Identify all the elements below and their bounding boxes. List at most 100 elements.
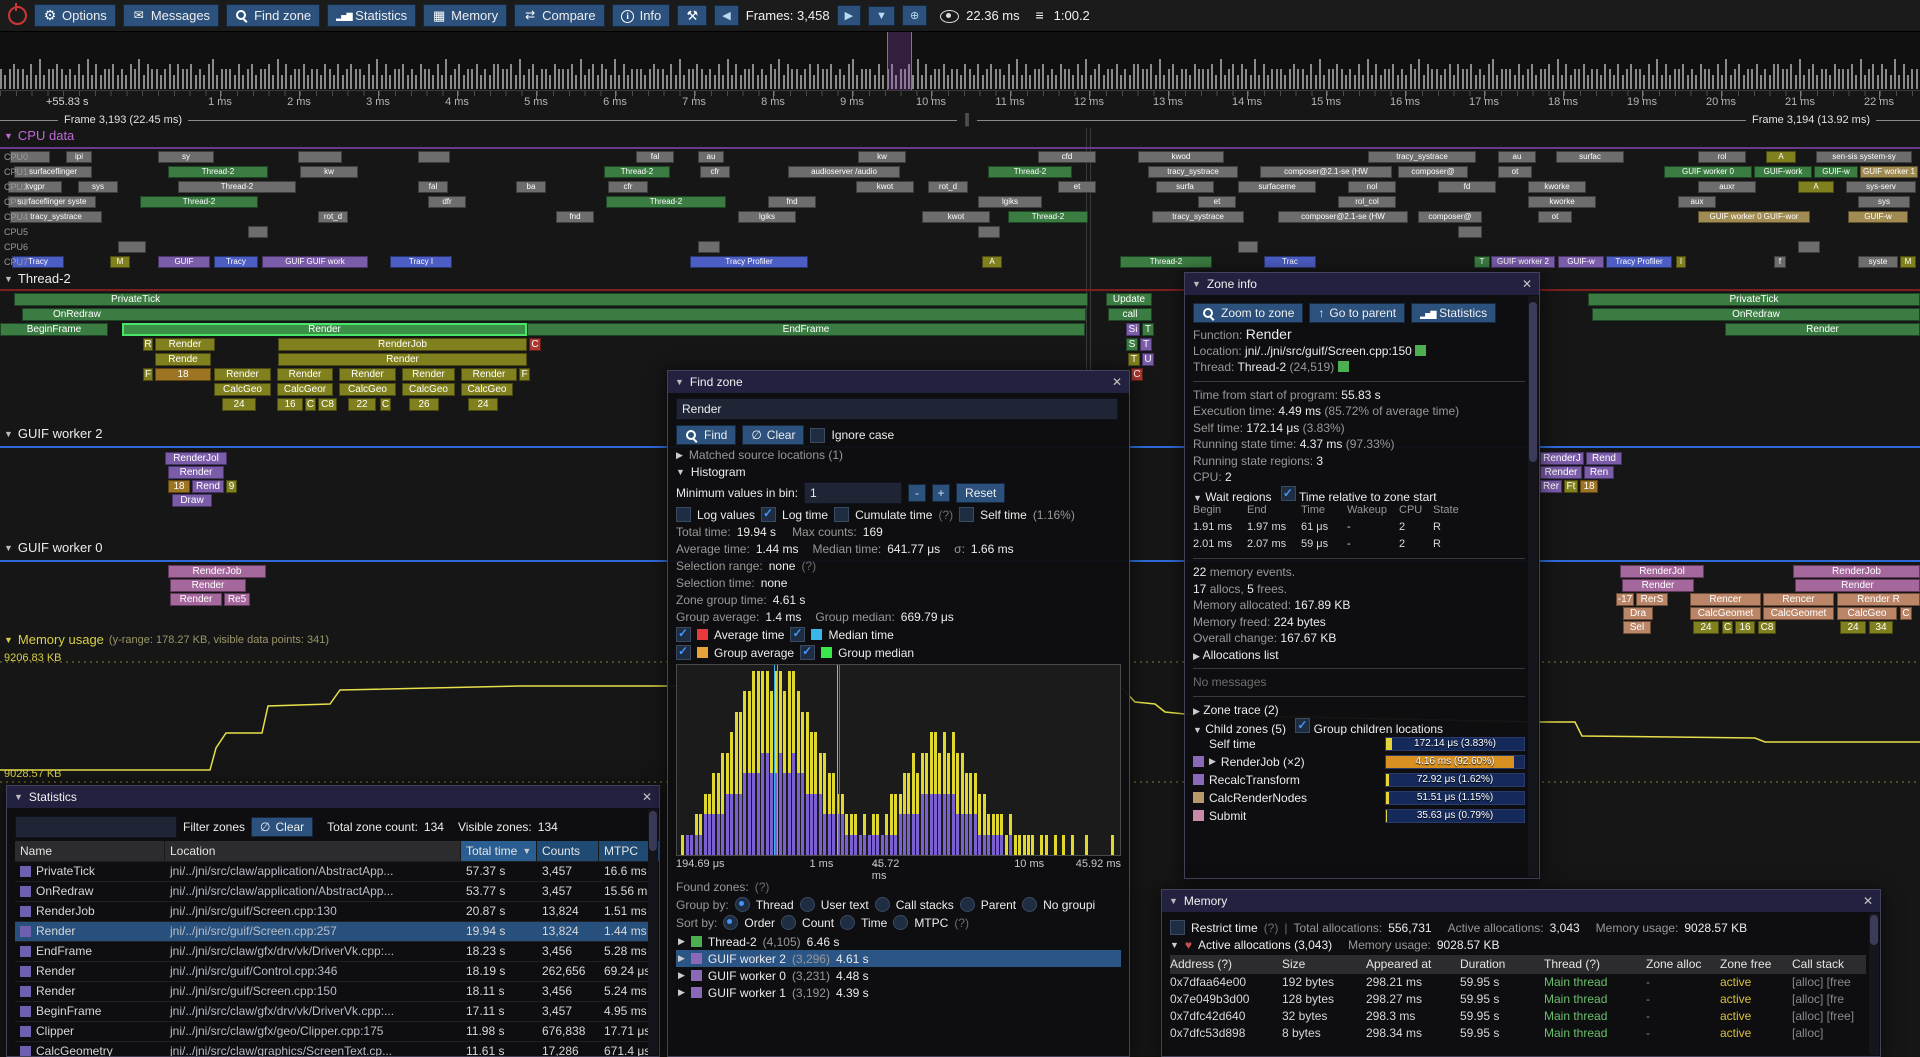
found-zone-group-guif-worker-0[interactable]: ▶GUIF worker 0(3,231)4.48 s bbox=[676, 967, 1121, 984]
find-zone-titlebar[interactable]: ▼ Find zone ✕ bbox=[668, 371, 1129, 393]
cpu-data-header[interactable]: ▼ CPU data bbox=[4, 128, 74, 143]
memory-column-call-stack[interactable]: Call stack bbox=[1792, 955, 1872, 974]
zone-17[interactable]: -17 bbox=[1616, 593, 1634, 606]
zone-si[interactable]: Si bbox=[1126, 323, 1140, 336]
stats-row-privatetick[interactable]: PrivateTickjni/../jni/src/claw/applicati… bbox=[15, 862, 651, 882]
stats-row-calcgeometry[interactable]: CalcGeometryjni/../jni/src/claw/graphics… bbox=[15, 1042, 651, 1057]
zone-render[interactable]: Render bbox=[1622, 579, 1694, 592]
zone-thread-2[interactable]: Thread-2 bbox=[168, 166, 268, 178]
zone-guif-work[interactable]: GUIF-work bbox=[1754, 166, 1812, 178]
zone-sy[interactable]: sy bbox=[158, 151, 214, 163]
zone-render[interactable]: Render bbox=[277, 368, 333, 381]
min-bin-input[interactable] bbox=[804, 482, 902, 504]
zone-block[interactable] bbox=[1238, 241, 1258, 253]
scrollbar[interactable] bbox=[648, 809, 658, 1055]
zone-dfr[interactable]: dfr bbox=[428, 196, 466, 208]
source-color-swatch[interactable] bbox=[1415, 345, 1426, 356]
zone-m[interactable]: M bbox=[1900, 256, 1916, 268]
zone-ot[interactable]: ot bbox=[1498, 166, 1532, 178]
zone-rer[interactable]: Rer bbox=[1540, 480, 1562, 493]
zone-sen-sis-system-sy[interactable]: sen-sis system-sy bbox=[1816, 151, 1912, 163]
decrement-button[interactable]: - bbox=[908, 484, 926, 502]
zone-18[interactable]: 18 bbox=[1580, 480, 1598, 493]
expand-icon[interactable]: ▶ bbox=[1193, 651, 1200, 661]
self-time-checkbox[interactable] bbox=[959, 507, 974, 522]
zone-et[interactable]: et bbox=[1198, 196, 1236, 208]
sort-by-option-order[interactable] bbox=[723, 915, 738, 930]
zone-composer-2-1-se-hw[interactable]: composer@2.1-se (HW bbox=[1260, 166, 1392, 178]
zone-thread-2[interactable]: Thread-2 bbox=[1008, 211, 1088, 223]
zone-18[interactable]: 18 bbox=[155, 368, 211, 381]
scrollbar-thumb[interactable] bbox=[1870, 915, 1878, 945]
child-zone-renderjob-2[interactable]: ▶RenderJob (×2)4.16 ms (92.60%) bbox=[1193, 753, 1525, 771]
zone-24[interactable]: 24 bbox=[468, 398, 498, 411]
zone-block[interactable] bbox=[1458, 226, 1482, 238]
zone-render[interactable]: Render bbox=[122, 323, 527, 336]
reset-button[interactable]: Reset bbox=[956, 483, 1005, 503]
zone-aux[interactable]: aux bbox=[1678, 196, 1716, 208]
zone-block[interactable] bbox=[698, 241, 720, 253]
zone-rol-col[interactable]: rol_col bbox=[1338, 196, 1396, 208]
find-button[interactable]: Find bbox=[676, 425, 736, 445]
filter-zones-input[interactable] bbox=[15, 816, 177, 838]
collapse-icon[interactable]: ▼ bbox=[676, 467, 685, 477]
group-by-option-no-groupi[interactable] bbox=[1022, 897, 1037, 912]
memory-column-appeared-at[interactable]: Appeared at bbox=[1366, 955, 1460, 974]
zone-surfa[interactable]: surfa bbox=[1156, 181, 1214, 193]
wait-region-row[interactable]: 1.91 ms1.97 ms61 μs-2R bbox=[1193, 519, 1525, 536]
restrict-time-checkbox[interactable] bbox=[1170, 920, 1185, 935]
thread-header-guif-worker-0[interactable]: ▼GUIF worker 0 bbox=[4, 540, 102, 555]
zone-rende[interactable]: Rende bbox=[155, 353, 211, 366]
zone-sys[interactable]: sys bbox=[78, 181, 118, 193]
zone-fal[interactable]: fal bbox=[418, 181, 448, 193]
zone-guif-worker-0-guif-wor[interactable]: GUIF worker 0 GUIF-wor bbox=[1698, 211, 1810, 223]
zone-calcgeo[interactable]: CalcGeo bbox=[339, 383, 396, 396]
child-zone-recalctransform[interactable]: RecalcTransform72.92 μs (1.62%) bbox=[1193, 771, 1525, 789]
zone-kwot[interactable]: kwot bbox=[856, 181, 914, 193]
zone-24[interactable]: 24 bbox=[222, 398, 256, 411]
zone-c[interactable]: C bbox=[1131, 368, 1143, 381]
zone-u[interactable]: U bbox=[1142, 353, 1154, 366]
group-by-option-parent[interactable] bbox=[960, 897, 975, 912]
memory-titlebar[interactable]: ▼ Memory ✕ bbox=[1162, 890, 1880, 912]
zone-f[interactable]: f bbox=[1774, 256, 1786, 268]
zone-privatetick[interactable]: PrivateTick bbox=[14, 293, 1088, 306]
zone-tracy-profiler[interactable]: Tracy Profiler bbox=[1606, 256, 1672, 268]
zone-draw[interactable]: Draw bbox=[172, 494, 212, 507]
zone-tracy-systrace[interactable]: tracy_systrace bbox=[1152, 211, 1244, 223]
zone-ren[interactable]: Ren bbox=[1584, 466, 1614, 479]
zone-t[interactable]: T bbox=[1474, 256, 1490, 268]
memory-column-size[interactable]: Size bbox=[1282, 955, 1366, 974]
zone-calcgeor[interactable]: CalcGeor bbox=[277, 383, 333, 396]
zone-rers[interactable]: RerS bbox=[1636, 593, 1668, 606]
zone-24[interactable]: 24 bbox=[1693, 621, 1719, 634]
cumulate-time-checkbox[interactable] bbox=[834, 507, 849, 522]
zone-guif-w[interactable]: GUIF-w bbox=[1848, 211, 1908, 223]
zone-block[interactable] bbox=[298, 151, 342, 163]
zone-block[interactable] bbox=[978, 226, 1000, 238]
log-values-checkbox[interactable] bbox=[676, 507, 691, 522]
zone-guif-w[interactable]: GUIF-w bbox=[1558, 256, 1604, 268]
stats-row-render[interactable]: Renderjni/../jni/src/guif/Control.cpp:34… bbox=[15, 962, 651, 982]
zone-kw[interactable]: kw bbox=[300, 166, 358, 178]
zone-auxr[interactable]: auxr bbox=[1698, 181, 1756, 193]
stats-row-clipper[interactable]: Clipperjni/../jni/src/claw/gfx/geo/Clipp… bbox=[15, 1022, 651, 1042]
zone-beginframe[interactable]: BeginFrame bbox=[0, 323, 108, 336]
collapse-icon[interactable]: ▼ bbox=[675, 377, 684, 387]
memory-column-zone-alloc[interactable]: Zone alloc bbox=[1646, 955, 1720, 974]
zone-tracy-systrace[interactable]: tracy_systrace bbox=[1148, 166, 1238, 178]
legend-checkbox-group-median[interactable] bbox=[800, 645, 815, 660]
zone-thread-2[interactable]: Thread-2 bbox=[604, 166, 670, 178]
allocation-row[interactable]: 0x7dfaa64e00192 bytes298.21 ms59.95 sMai… bbox=[1170, 974, 1866, 991]
memory-column-duration[interactable]: Duration bbox=[1460, 955, 1544, 974]
zone-22[interactable]: 22 bbox=[348, 398, 376, 411]
zone-nol[interactable]: nol bbox=[1348, 181, 1396, 193]
zone-s[interactable]: S bbox=[1126, 338, 1138, 351]
legend-checkbox-median-time[interactable] bbox=[790, 627, 805, 642]
zone-block[interactable] bbox=[1798, 241, 1820, 253]
zone-f[interactable]: F bbox=[519, 368, 530, 381]
zone-fnd[interactable]: fnd bbox=[556, 211, 594, 223]
stats-row-beginframe[interactable]: BeginFramejni/../jni/src/claw/gfx/drv/vk… bbox=[15, 1002, 651, 1022]
group-by-option-call-stacks[interactable] bbox=[875, 897, 890, 912]
zone-kwot[interactable]: kwot bbox=[922, 211, 990, 223]
